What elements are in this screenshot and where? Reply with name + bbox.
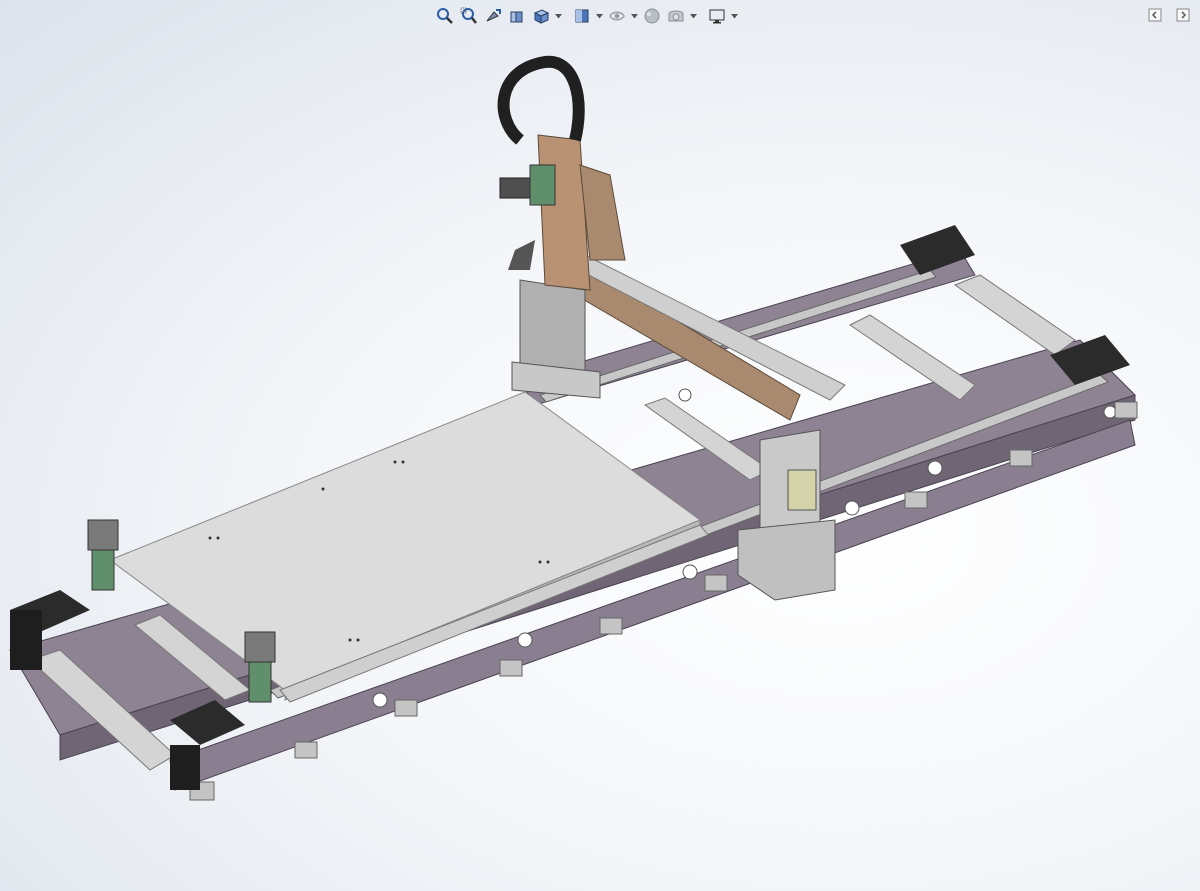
zoom-to-fit-icon[interactable] [434,5,456,27]
heads-up-view-toolbar [434,4,739,28]
view-settings-icon[interactable] [706,5,728,27]
chevron-down-icon[interactable] [554,5,563,27]
spindle-body [529,164,556,206]
foot-bracket [704,574,728,592]
frame-hole [844,500,860,516]
cable-chain [497,55,585,145]
chevron-down-icon[interactable] [730,5,739,27]
motor-coupling [91,549,115,591]
crossbar-5 [953,274,1076,356]
apply-scene-icon[interactable] [665,5,687,27]
zoom-to-area-icon[interactable] [458,5,480,27]
previous-view-icon[interactable] [482,5,504,27]
edit-appearance-icon[interactable] [641,5,663,27]
frame-hole [678,388,692,402]
z-axis-plate [537,134,591,291]
bellows-cover-front [10,610,42,670]
frame-hole [927,460,943,476]
foot-bracket [1009,449,1033,467]
frame-hole [682,564,698,580]
chevron-down-icon[interactable] [689,5,698,27]
chevron-down-icon[interactable] [595,5,604,27]
foot-bracket [1114,401,1138,419]
graphics-area[interactable] [0,0,1200,891]
foot-bracket [599,617,623,635]
collapse-right-panel-icon[interactable] [1174,6,1192,24]
hide-show-items-icon[interactable] [606,5,628,27]
stepper-motor [87,519,119,551]
foot-bracket [904,491,928,509]
crossbar-4 [849,314,976,401]
view-orientation-icon[interactable] [530,5,552,27]
section-view-icon[interactable] [506,5,528,27]
bellows-cover-front [170,745,200,790]
cnc-machine-model [9,55,1138,801]
gantry-front-base [737,519,836,601]
stepper-motor [244,631,276,663]
foot-bracket [294,741,318,759]
foot-bracket [394,699,418,717]
frame-hole [1103,405,1117,419]
gantry-motor [787,469,817,511]
motor-coupling [248,661,272,703]
panel-collapse-controls [1146,6,1192,24]
frame-hole [517,632,533,648]
display-style-icon[interactable] [571,5,593,27]
chevron-down-icon[interactable] [630,5,639,27]
collapse-left-panel-icon[interactable] [1146,6,1164,24]
spindle-motor [499,177,531,199]
foot-bracket [499,659,523,677]
frame-hole [372,692,388,708]
spindle-tool [508,240,535,270]
